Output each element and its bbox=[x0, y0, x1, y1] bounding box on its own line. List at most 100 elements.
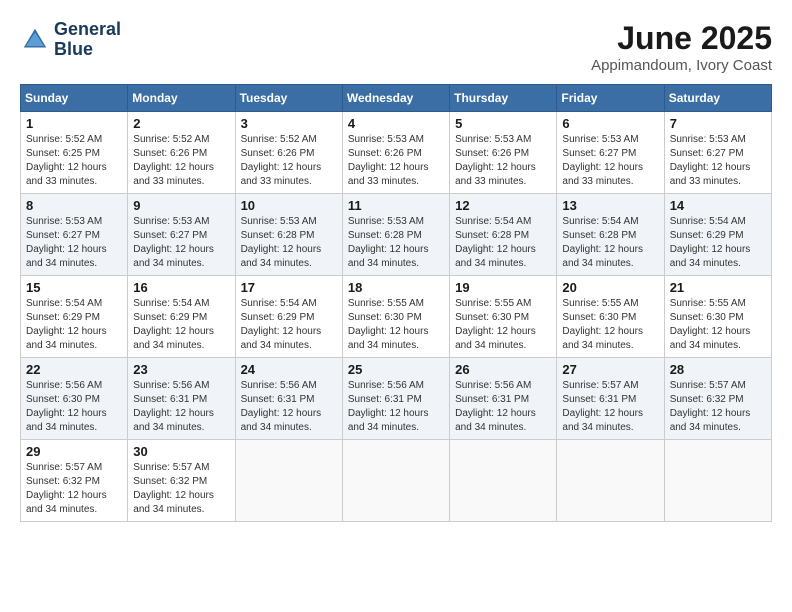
day-number: 11 bbox=[348, 198, 444, 213]
header-day: Sunday bbox=[21, 85, 128, 112]
calendar-cell: 19 Sunrise: 5:55 AMSunset: 6:30 PMDaylig… bbox=[450, 276, 557, 358]
header-day: Tuesday bbox=[235, 85, 342, 112]
calendar-cell: 17 Sunrise: 5:54 AMSunset: 6:29 PMDaylig… bbox=[235, 276, 342, 358]
day-info: Sunrise: 5:56 AMSunset: 6:30 PMDaylight:… bbox=[26, 380, 107, 433]
day-number: 10 bbox=[241, 198, 337, 213]
calendar-cell bbox=[235, 440, 342, 522]
calendar-cell: 8 Sunrise: 5:53 AMSunset: 6:27 PMDayligh… bbox=[21, 194, 128, 276]
day-number: 13 bbox=[562, 198, 658, 213]
day-info: Sunrise: 5:52 AMSunset: 6:26 PMDaylight:… bbox=[133, 134, 214, 187]
calendar-cell: 5 Sunrise: 5:53 AMSunset: 6:26 PMDayligh… bbox=[450, 112, 557, 194]
day-info: Sunrise: 5:53 AMSunset: 6:28 PMDaylight:… bbox=[348, 216, 429, 269]
calendar-cell: 21 Sunrise: 5:55 AMSunset: 6:30 PMDaylig… bbox=[664, 276, 771, 358]
day-number: 12 bbox=[455, 198, 551, 213]
day-info: Sunrise: 5:55 AMSunset: 6:30 PMDaylight:… bbox=[455, 298, 536, 351]
day-number: 25 bbox=[348, 362, 444, 377]
calendar-cell: 27 Sunrise: 5:57 AMSunset: 6:31 PMDaylig… bbox=[557, 358, 664, 440]
calendar-week: 1 Sunrise: 5:52 AMSunset: 6:25 PMDayligh… bbox=[21, 112, 772, 194]
header-day: Saturday bbox=[664, 85, 771, 112]
calendar-week: 15 Sunrise: 5:54 AMSunset: 6:29 PMDaylig… bbox=[21, 276, 772, 358]
day-number: 29 bbox=[26, 444, 122, 459]
day-number: 30 bbox=[133, 444, 229, 459]
day-info: Sunrise: 5:54 AMSunset: 6:29 PMDaylight:… bbox=[670, 216, 751, 269]
day-info: Sunrise: 5:54 AMSunset: 6:29 PMDaylight:… bbox=[26, 298, 107, 351]
logo: General Blue bbox=[20, 20, 121, 60]
calendar-cell bbox=[664, 440, 771, 522]
month-title: June 2025 bbox=[591, 20, 772, 57]
day-number: 7 bbox=[670, 116, 766, 131]
day-info: Sunrise: 5:57 AMSunset: 6:32 PMDaylight:… bbox=[26, 462, 107, 515]
calendar-week: 29 Sunrise: 5:57 AMSunset: 6:32 PMDaylig… bbox=[21, 440, 772, 522]
day-number: 6 bbox=[562, 116, 658, 131]
day-number: 1 bbox=[26, 116, 122, 131]
calendar-cell: 30 Sunrise: 5:57 AMSunset: 6:32 PMDaylig… bbox=[128, 440, 235, 522]
day-info: Sunrise: 5:53 AMSunset: 6:26 PMDaylight:… bbox=[348, 134, 429, 187]
location-title: Appimandoum, Ivory Coast bbox=[591, 57, 772, 74]
day-info: Sunrise: 5:55 AMSunset: 6:30 PMDaylight:… bbox=[562, 298, 643, 351]
header: General Blue June 2025 Appimandoum, Ivor… bbox=[20, 20, 772, 74]
day-number: 8 bbox=[26, 198, 122, 213]
day-number: 4 bbox=[348, 116, 444, 131]
day-number: 17 bbox=[241, 280, 337, 295]
calendar-cell: 29 Sunrise: 5:57 AMSunset: 6:32 PMDaylig… bbox=[21, 440, 128, 522]
calendar-cell: 24 Sunrise: 5:56 AMSunset: 6:31 PMDaylig… bbox=[235, 358, 342, 440]
day-info: Sunrise: 5:57 AMSunset: 6:31 PMDaylight:… bbox=[562, 380, 643, 433]
day-number: 5 bbox=[455, 116, 551, 131]
header-day: Thursday bbox=[450, 85, 557, 112]
header-day: Monday bbox=[128, 85, 235, 112]
day-info: Sunrise: 5:56 AMSunset: 6:31 PMDaylight:… bbox=[241, 380, 322, 433]
day-info: Sunrise: 5:57 AMSunset: 6:32 PMDaylight:… bbox=[133, 462, 214, 515]
day-info: Sunrise: 5:53 AMSunset: 6:27 PMDaylight:… bbox=[670, 134, 751, 187]
day-info: Sunrise: 5:53 AMSunset: 6:28 PMDaylight:… bbox=[241, 216, 322, 269]
day-info: Sunrise: 5:54 AMSunset: 6:29 PMDaylight:… bbox=[133, 298, 214, 351]
calendar-cell: 1 Sunrise: 5:52 AMSunset: 6:25 PMDayligh… bbox=[21, 112, 128, 194]
calendar-cell bbox=[557, 440, 664, 522]
calendar-cell: 18 Sunrise: 5:55 AMSunset: 6:30 PMDaylig… bbox=[342, 276, 449, 358]
day-info: Sunrise: 5:55 AMSunset: 6:30 PMDaylight:… bbox=[348, 298, 429, 351]
day-number: 22 bbox=[26, 362, 122, 377]
day-number: 16 bbox=[133, 280, 229, 295]
title-area: June 2025 Appimandoum, Ivory Coast bbox=[591, 20, 772, 74]
calendar-cell bbox=[450, 440, 557, 522]
day-info: Sunrise: 5:56 AMSunset: 6:31 PMDaylight:… bbox=[133, 380, 214, 433]
day-number: 15 bbox=[26, 280, 122, 295]
calendar-cell: 13 Sunrise: 5:54 AMSunset: 6:28 PMDaylig… bbox=[557, 194, 664, 276]
header-day: Wednesday bbox=[342, 85, 449, 112]
day-info: Sunrise: 5:52 AMSunset: 6:26 PMDaylight:… bbox=[241, 134, 322, 187]
calendar-cell: 23 Sunrise: 5:56 AMSunset: 6:31 PMDaylig… bbox=[128, 358, 235, 440]
calendar-cell: 7 Sunrise: 5:53 AMSunset: 6:27 PMDayligh… bbox=[664, 112, 771, 194]
day-info: Sunrise: 5:53 AMSunset: 6:27 PMDaylight:… bbox=[26, 216, 107, 269]
day-number: 27 bbox=[562, 362, 658, 377]
calendar-cell bbox=[342, 440, 449, 522]
day-number: 24 bbox=[241, 362, 337, 377]
day-number: 3 bbox=[241, 116, 337, 131]
day-info: Sunrise: 5:54 AMSunset: 6:28 PMDaylight:… bbox=[562, 216, 643, 269]
day-info: Sunrise: 5:56 AMSunset: 6:31 PMDaylight:… bbox=[455, 380, 536, 433]
calendar-cell: 26 Sunrise: 5:56 AMSunset: 6:31 PMDaylig… bbox=[450, 358, 557, 440]
day-info: Sunrise: 5:53 AMSunset: 6:27 PMDaylight:… bbox=[133, 216, 214, 269]
calendar-table: SundayMondayTuesdayWednesdayThursdayFrid… bbox=[20, 84, 772, 522]
day-number: 21 bbox=[670, 280, 766, 295]
day-number: 26 bbox=[455, 362, 551, 377]
day-number: 18 bbox=[348, 280, 444, 295]
calendar-cell: 6 Sunrise: 5:53 AMSunset: 6:27 PMDayligh… bbox=[557, 112, 664, 194]
header-day: Friday bbox=[557, 85, 664, 112]
logo-icon bbox=[20, 25, 50, 55]
calendar-week: 22 Sunrise: 5:56 AMSunset: 6:30 PMDaylig… bbox=[21, 358, 772, 440]
calendar-cell: 28 Sunrise: 5:57 AMSunset: 6:32 PMDaylig… bbox=[664, 358, 771, 440]
calendar-cell: 12 Sunrise: 5:54 AMSunset: 6:28 PMDaylig… bbox=[450, 194, 557, 276]
logo-text: General Blue bbox=[54, 20, 121, 60]
day-info: Sunrise: 5:57 AMSunset: 6:32 PMDaylight:… bbox=[670, 380, 751, 433]
calendar-cell: 22 Sunrise: 5:56 AMSunset: 6:30 PMDaylig… bbox=[21, 358, 128, 440]
calendar-cell: 2 Sunrise: 5:52 AMSunset: 6:26 PMDayligh… bbox=[128, 112, 235, 194]
day-info: Sunrise: 5:54 AMSunset: 6:28 PMDaylight:… bbox=[455, 216, 536, 269]
calendar-week: 8 Sunrise: 5:53 AMSunset: 6:27 PMDayligh… bbox=[21, 194, 772, 276]
day-number: 20 bbox=[562, 280, 658, 295]
day-number: 28 bbox=[670, 362, 766, 377]
day-info: Sunrise: 5:53 AMSunset: 6:26 PMDaylight:… bbox=[455, 134, 536, 187]
day-info: Sunrise: 5:55 AMSunset: 6:30 PMDaylight:… bbox=[670, 298, 751, 351]
calendar-cell: 16 Sunrise: 5:54 AMSunset: 6:29 PMDaylig… bbox=[128, 276, 235, 358]
day-info: Sunrise: 5:56 AMSunset: 6:31 PMDaylight:… bbox=[348, 380, 429, 433]
day-number: 19 bbox=[455, 280, 551, 295]
day-number: 9 bbox=[133, 198, 229, 213]
